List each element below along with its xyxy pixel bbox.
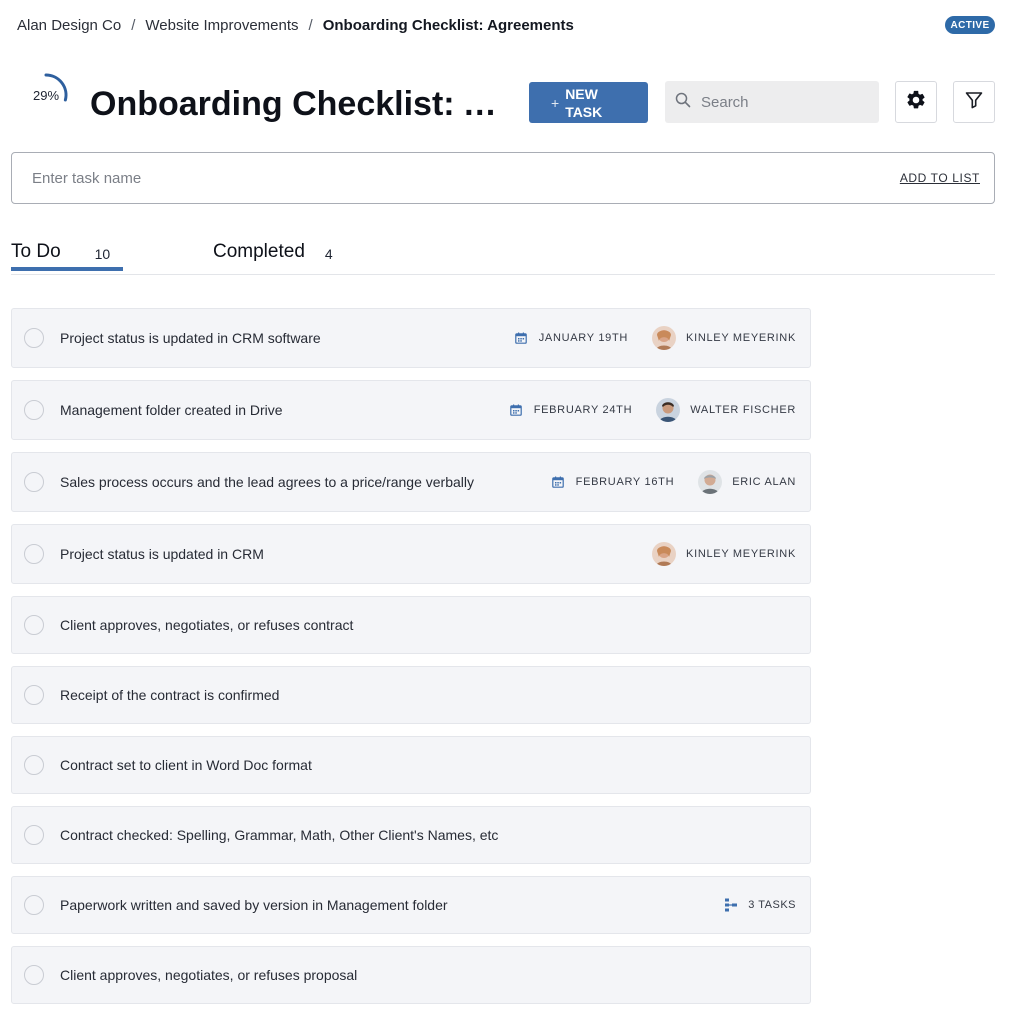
tab-count: 4 <box>324 246 333 262</box>
task-title: Client approves, negotiates, or refuses … <box>60 617 354 633</box>
new-task-label: NEW TASK <box>565 85 603 120</box>
tab-label: Completed <box>213 241 305 262</box>
task-meta: FEBRUARY 16TH ERIC ALAN <box>551 470 796 494</box>
avatar <box>652 326 677 350</box>
task-subtasks[interactable]: 3 TASKS <box>724 898 796 912</box>
task-complete-checkbox[interactable] <box>24 685 44 705</box>
progress-percent: 29% <box>32 87 60 103</box>
avatar <box>698 470 723 494</box>
add-task-bar: ADD TO LIST <box>11 152 995 204</box>
assignee-name: KINLEY MEYERINK <box>686 332 796 344</box>
task-complete-checkbox[interactable] <box>24 328 44 348</box>
task-due-date: FEBRUARY 16TH <box>551 476 675 488</box>
task-assignee[interactable]: KINLEY MEYERINK <box>652 326 796 350</box>
tabs: To Do 10 Completed 4 <box>11 240 995 275</box>
gear-icon <box>905 89 927 116</box>
task-meta: FEBRUARY 24TH WALTER FISCHER <box>509 398 796 422</box>
task-complete-checkbox[interactable] <box>24 895 44 915</box>
calendar-icon <box>509 404 522 416</box>
calendar-icon <box>514 332 527 344</box>
tab-todo[interactable]: To Do 10 <box>11 240 123 274</box>
task-complete-checkbox[interactable] <box>24 615 44 635</box>
breadcrumb-link-company[interactable]: Alan Design Co <box>17 17 121 34</box>
breadcrumb-separator: / <box>131 16 136 34</box>
breadcrumb: Alan Design Co / Website Improvements / … <box>17 15 574 35</box>
task-due-date: FEBRUARY 24TH <box>509 404 633 416</box>
filter-button[interactable] <box>953 81 995 123</box>
task-row[interactable]: Receipt of the contract is confirmed <box>11 666 811 724</box>
tab-completed[interactable]: Completed 4 <box>213 240 333 274</box>
task-row[interactable]: Client approves, negotiates, or refuses … <box>11 946 811 1004</box>
task-meta: 3 TASKS <box>724 898 796 912</box>
task-due-date: JANUARY 19TH <box>514 332 629 344</box>
assignee-name: WALTER FISCHER <box>690 404 796 416</box>
subtasks-count: 3 TASKS <box>748 899 796 911</box>
avatar <box>656 398 681 422</box>
assignee-name: ERIC ALAN <box>732 476 796 488</box>
task-complete-checkbox[interactable] <box>24 965 44 985</box>
task-row[interactable]: Client approves, negotiates, or refuses … <box>11 596 811 654</box>
due-date-text: FEBRUARY 24TH <box>533 404 633 416</box>
due-date-text: FEBRUARY 16TH <box>575 476 675 488</box>
task-complete-checkbox[interactable] <box>24 825 44 845</box>
page-title: Onboarding Checklist: Agreements <box>90 85 510 123</box>
task-assignee[interactable]: KINLEY MEYERINK <box>652 542 796 566</box>
subtasks-icon <box>725 898 738 912</box>
task-title: Contract checked: Spelling, Grammar, Mat… <box>60 827 499 843</box>
task-title: Paperwork written and saved by version i… <box>60 897 448 913</box>
search-box[interactable] <box>665 81 879 123</box>
task-complete-checkbox[interactable] <box>24 755 44 775</box>
search-input[interactable] <box>701 93 871 111</box>
tab-count: 10 <box>94 246 111 262</box>
breadcrumb-current: Onboarding Checklist: Agreements <box>322 16 574 34</box>
task-title: Receipt of the contract is confirmed <box>60 687 280 703</box>
task-row[interactable]: Contract checked: Spelling, Grammar, Mat… <box>11 806 811 864</box>
task-row[interactable]: Project status is updated in CRM KINLEY M… <box>11 524 811 584</box>
settings-button[interactable] <box>895 81 937 123</box>
task-row[interactable]: Contract set to client in Word Doc forma… <box>11 736 811 794</box>
task-name-input[interactable] <box>32 169 732 187</box>
assignee-name: KINLEY MEYERINK <box>686 548 796 560</box>
search-icon <box>675 92 691 113</box>
task-row[interactable]: Paperwork written and saved by version i… <box>11 876 811 934</box>
breadcrumb-separator: / <box>308 16 313 34</box>
task-assignee[interactable]: ERIC ALAN <box>698 470 796 494</box>
task-row[interactable]: Sales process occurs and the lead agrees… <box>11 452 811 512</box>
calendar-icon <box>551 476 564 488</box>
task-meta: JANUARY 19TH KINLEY MEYERINK <box>514 326 796 350</box>
task-row[interactable]: Management folder created in Drive FEBRUA… <box>11 380 811 440</box>
task-title: Project status is updated in CRM softwar… <box>60 330 321 346</box>
new-task-button[interactable]: + NEW TASK <box>529 82 648 123</box>
status-badge: ACTIVE <box>945 16 995 34</box>
breadcrumb-link-project[interactable]: Website Improvements <box>145 17 298 34</box>
task-row[interactable]: Project status is updated in CRM softwar… <box>11 308 811 368</box>
task-complete-checkbox[interactable] <box>24 472 44 492</box>
task-complete-checkbox[interactable] <box>24 400 44 420</box>
progress-ring: 29% <box>23 72 69 118</box>
task-title: Client approves, negotiates, or refuses … <box>60 967 358 983</box>
active-tab-indicator <box>11 267 123 271</box>
task-complete-checkbox[interactable] <box>24 544 44 564</box>
task-title: Sales process occurs and the lead agrees… <box>60 474 475 490</box>
task-title: Management folder created in Drive <box>60 402 283 418</box>
plus-icon: + <box>551 94 560 111</box>
avatar <box>652 542 677 566</box>
task-assignee[interactable]: WALTER FISCHER <box>656 398 796 422</box>
task-title: Contract set to client in Word Doc forma… <box>60 757 312 773</box>
task-meta: KINLEY MEYERINK <box>652 542 796 566</box>
tab-label: To Do <box>11 241 61 262</box>
task-title: Project status is updated in CRM <box>60 546 264 562</box>
add-to-list-link[interactable]: ADD TO LIST <box>900 171 980 185</box>
due-date-text: JANUARY 19TH <box>538 332 629 344</box>
filter-icon <box>964 90 984 115</box>
